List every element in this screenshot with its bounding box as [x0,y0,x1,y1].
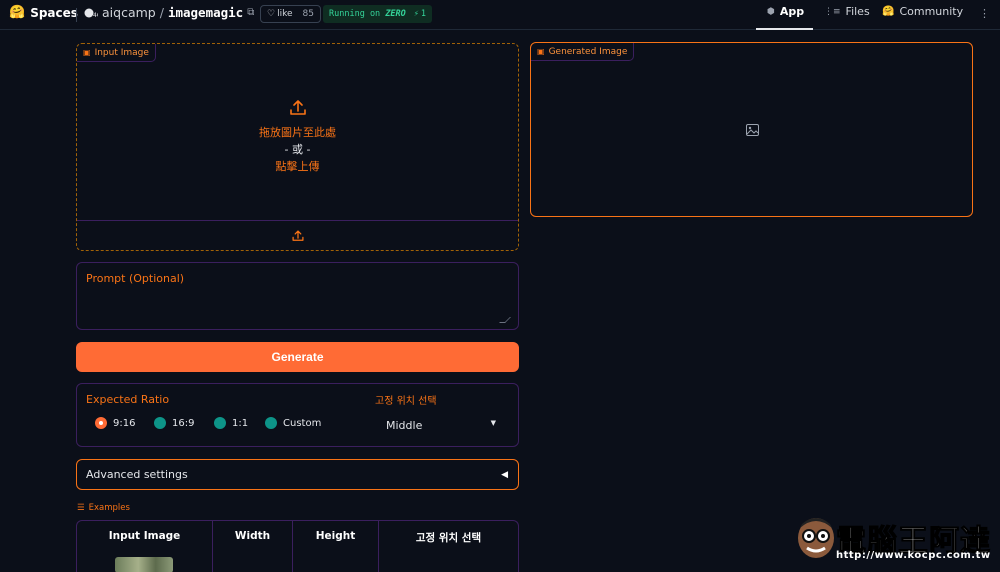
prompt-textarea[interactable]: Prompt (Optional) [76,262,519,330]
radio-label: 1:1 [232,417,249,429]
tab-files-label: Files [845,5,870,18]
hugging-face-icon: 🤗 [9,5,26,20]
generated-image-label: ▣ Generated Image [531,43,635,61]
upload-toolbar [77,220,518,250]
like-label: like [277,9,293,19]
input-image-panel[interactable]: ▣ Input Image 拖放圖片至此處 - 或 - 點擊上傳 [76,43,519,251]
radio-checked-icon [95,417,107,429]
mascot-icon [798,518,834,558]
radio-label: Custom [283,417,322,429]
advanced-settings-accordion[interactable]: Advanced settings ◀ [76,459,519,490]
owner-avatar-icon: 46 [84,8,98,19]
upload-dropzone[interactable]: 拖放圖片至此處 - 或 - 點擊上傳 [77,84,518,175]
generated-image-label-text: Generated Image [548,46,628,57]
top-navbar: 🤗 Spaces 46 aiqcamp / imagemagic ⧉ ♡ lik… [0,0,1000,30]
or-text: - 或 - [284,143,311,156]
example-thumbnail[interactable] [115,557,173,572]
column-header-width: Width [213,521,293,572]
examples-label-text: Examples [88,503,130,513]
image-label-icon: ▣ [537,47,545,56]
position-dropdown[interactable]: Middle ▼ [386,419,496,432]
dropdown-value: Middle [386,419,423,432]
tab-app-label: App [779,5,805,18]
list-icon: ☰ [77,503,85,513]
column-header-height: Height [293,521,379,572]
generate-button[interactable]: Generate [76,342,519,372]
radio-icon [214,417,226,429]
ratio-settings: Expected Ratio 고정 위치 선택 9:16 16:9 1:1 Cu… [76,383,519,447]
watermark: 電腦王阿達 http://www.kocpc.com.tw [792,512,992,567]
tab-app[interactable]: ⬢ App [767,5,804,18]
header-text: Width [234,530,271,542]
generated-image-panel: ▣ Generated Image [530,42,973,217]
input-image-label-text: Input Image [94,47,149,58]
caret-left-icon: ◀ [501,469,508,480]
repo-separator: / [159,5,164,20]
radio-label: 9:16 [113,417,136,429]
upload-button-icon[interactable] [291,229,305,243]
radio-custom[interactable]: Custom [265,417,321,429]
repo-breadcrumb: 46 aiqcamp / imagemagic ⧉ [84,5,254,20]
examples-label: ☰ Examples [77,503,130,513]
click-upload-text: 點擊上傳 [275,160,320,173]
files-icon: ⋮≡ [824,6,841,17]
tab-community[interactable]: 🤗 Community [882,5,963,18]
status-prefix: Running on [329,9,381,19]
more-options-icon[interactable]: ⋮ [979,7,990,20]
caret-down-icon: ▼ [490,419,496,427]
like-button[interactable]: ♡ like 85 [260,5,321,23]
repo-name-link[interactable]: imagemagic [168,5,243,20]
spaces-link[interactable]: 🤗 Spaces [9,5,78,20]
header-text: 고정 위치 선택 [415,532,482,544]
radio-1-1[interactable]: 1:1 [214,417,248,429]
status-hardware: ZERO [385,9,406,19]
radio-label: 16:9 [172,417,195,429]
column-header-position: 고정 위치 선택 [379,521,518,572]
active-tab-indicator [756,28,813,30]
header-text: Height [315,530,356,542]
examples-table: Input Image Width Height 고정 위치 선택 [76,520,519,572]
radio-9-16[interactable]: 9:16 [95,417,135,429]
prompt-label: Prompt (Optional) [86,272,185,285]
like-count: 85 [302,9,314,19]
status-count: 1 [420,9,427,19]
fixed-position-label: 고정 위치 선택 [375,396,437,407]
community-icon: 🤗 [882,6,895,17]
cube-icon: ⬢ [767,6,775,17]
image-placeholder-icon [746,124,759,136]
repo-owner-link[interactable]: aiqcamp [102,5,156,20]
input-image-label: ▣ Input Image [77,44,156,62]
radio-icon [154,417,166,429]
divider [76,8,77,22]
zap-icon: ⚡ [413,9,419,19]
copy-icon[interactable]: ⧉ [247,7,254,18]
radio-icon [265,417,277,429]
radio-16-9[interactable]: 16:9 [154,417,194,429]
resize-handle[interactable] [499,317,511,323]
status-text: Running on ZERO [329,9,406,19]
status-badge[interactable]: Running on ZERO ⚡ 1 [323,5,433,23]
advanced-settings-label: Advanced settings [86,468,188,481]
tab-files[interactable]: ⋮≡ Files [824,5,870,18]
svg-text:46: 46 [93,12,98,19]
expected-ratio-label: Expected Ratio [86,393,170,406]
watermark-url: http://www.kocpc.com.tw [836,550,991,561]
drop-text: 拖放圖片至此處 [259,126,336,139]
upload-icon [289,100,306,115]
spaces-label: Spaces [30,5,78,20]
image-label-icon: ▣ [83,48,91,57]
heart-icon: ♡ [267,9,276,19]
tab-community-label: Community [899,5,964,18]
